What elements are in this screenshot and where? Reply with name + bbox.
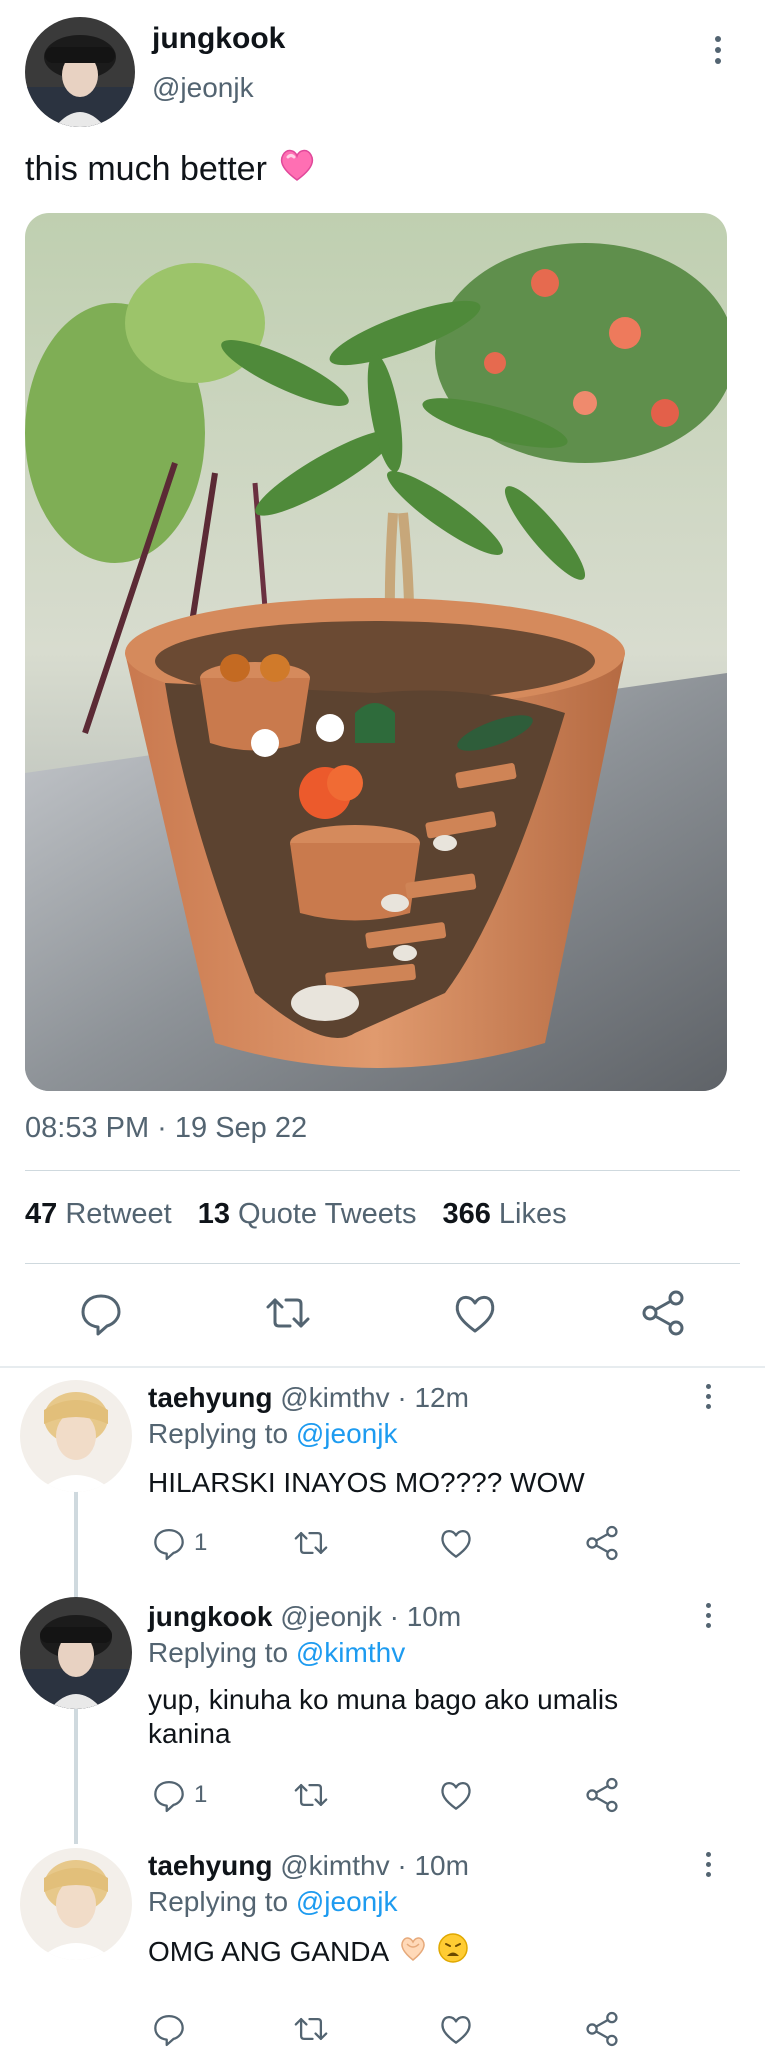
share-icon <box>586 1777 618 1813</box>
like-button[interactable] <box>437 1523 475 1563</box>
share-icon <box>586 2011 618 2047</box>
reply-text: OMG ANG GANDA <box>148 1932 708 1972</box>
replying-to-link[interactable]: @jeonjk <box>296 1886 398 1917</box>
retweet-icon <box>294 1531 328 1555</box>
tweet-text-content: this much better <box>25 150 267 188</box>
author-handle[interactable]: @jeonjk <box>152 72 254 104</box>
share-button[interactable] <box>583 2009 621 2048</box>
more-options-icon[interactable] <box>700 1603 716 1635</box>
retweet-button[interactable] <box>292 1775 330 1815</box>
like-icon <box>441 2015 471 2044</box>
reply-author-name[interactable]: taehyung <box>148 1850 272 1881</box>
reply-author-handle[interactable]: @jeonjk · 10m <box>280 1601 461 1632</box>
replying-to: Replying to @jeonjk <box>148 1418 398 1449</box>
reply-icon <box>154 1528 184 1561</box>
divider <box>25 1263 740 1264</box>
avatar[interactable] <box>20 1380 132 1492</box>
more-options-icon[interactable] <box>706 36 730 72</box>
reply-text: yup, kinuha ko muna bago ako umalis kani… <box>148 1684 619 1749</box>
reply-header: jungkook @jeonjk · 10m <box>148 1601 461 1633</box>
like-icon <box>441 1781 471 1810</box>
replying-to-link[interactable]: @jeonjk <box>296 1418 398 1449</box>
more-options-icon[interactable] <box>700 1852 716 1884</box>
likes-stat[interactable]: 366 Likes <box>442 1198 566 1231</box>
more-options-icon[interactable] <box>700 1384 716 1416</box>
reply-button[interactable]: 1 <box>150 1523 207 1563</box>
reply-header: taehyung @kimthv · 10m <box>148 1850 469 1882</box>
reply-author-name[interactable]: jungkook <box>148 1601 272 1632</box>
reply-count: 1 <box>194 1529 208 1556</box>
share-button[interactable] <box>583 1523 621 1563</box>
tweet-timestamp: 08:53 PM · 19 Sep 22 <box>25 1112 308 1144</box>
retweet-button[interactable] <box>292 1523 330 1563</box>
reply-author-handle[interactable]: @kimthv · 12m <box>280 1382 469 1413</box>
reply-tweet[interactable]: taehyung @kimthv · 12m Replying to @jeon… <box>0 1368 765 1588</box>
like-icon[interactable] <box>450 1288 500 1338</box>
replying-to: Replying to @jeonjk <box>148 1886 398 1917</box>
reply-author-handle[interactable]: @kimthv · 10m <box>280 1850 469 1881</box>
reply-tweet[interactable]: jungkook @jeonjk · 10m Replying to @kimt… <box>0 1585 765 1835</box>
reply-tweet[interactable]: taehyung @kimthv · 10m Replying to @jeon… <box>0 1836 765 2048</box>
heart-emoji-icon <box>277 145 317 194</box>
reply-text: HILARSKI INAYOS MO???? WOW <box>148 1467 585 1498</box>
avatar[interactable] <box>20 1848 132 1960</box>
reply-count: 1 <box>194 1781 208 1808</box>
like-button[interactable] <box>437 2009 475 2048</box>
heart-hands-emoji-icon <box>397 1932 429 1972</box>
replying-to-link[interactable]: @kimthv <box>296 1637 405 1668</box>
main-tweet: jungkook @jeonjk this much better 08:53 … <box>0 0 765 1368</box>
share-button[interactable] <box>583 1775 621 1815</box>
divider <box>25 1170 740 1171</box>
avatar[interactable] <box>25 17 135 127</box>
reply-text-content: OMG ANG GANDA <box>148 1936 390 1967</box>
avatar[interactable] <box>20 1597 132 1709</box>
retweet-button[interactable] <box>292 2009 330 2048</box>
replying-to: Replying to @kimthv <box>148 1637 406 1668</box>
retweet-icon <box>294 1783 328 1807</box>
weary-face-emoji-icon <box>437 1932 469 1972</box>
retweets-stat[interactable]: 47 Retweet <box>25 1198 172 1231</box>
reply-author-name[interactable]: taehyung <box>148 1382 272 1413</box>
like-icon <box>441 1529 471 1558</box>
retweet-icon <box>294 2017 328 2041</box>
share-icon[interactable] <box>638 1288 688 1338</box>
reply-icon <box>154 2014 184 2047</box>
tweet-actions <box>0 1280 765 1350</box>
author-name[interactable]: jungkook <box>152 22 285 56</box>
share-icon <box>586 1525 618 1561</box>
tweet-stats: 47 Retweet 13 Quote Tweets 366 Likes <box>25 1198 567 1231</box>
tweet-image[interactable] <box>25 213 727 1091</box>
reply-header: taehyung @kimthv · 12m <box>148 1382 469 1414</box>
reply-icon <box>154 1780 184 1813</box>
reply-icon[interactable] <box>76 1288 126 1338</box>
like-button[interactable] <box>437 1775 475 1815</box>
quotes-stat[interactable]: 13 Quote Tweets <box>198 1198 417 1231</box>
reply-button[interactable] <box>150 2009 194 2048</box>
tweet-text: this much better <box>25 145 317 194</box>
reply-button[interactable]: 1 <box>150 1775 207 1815</box>
retweet-icon[interactable] <box>263 1288 313 1338</box>
